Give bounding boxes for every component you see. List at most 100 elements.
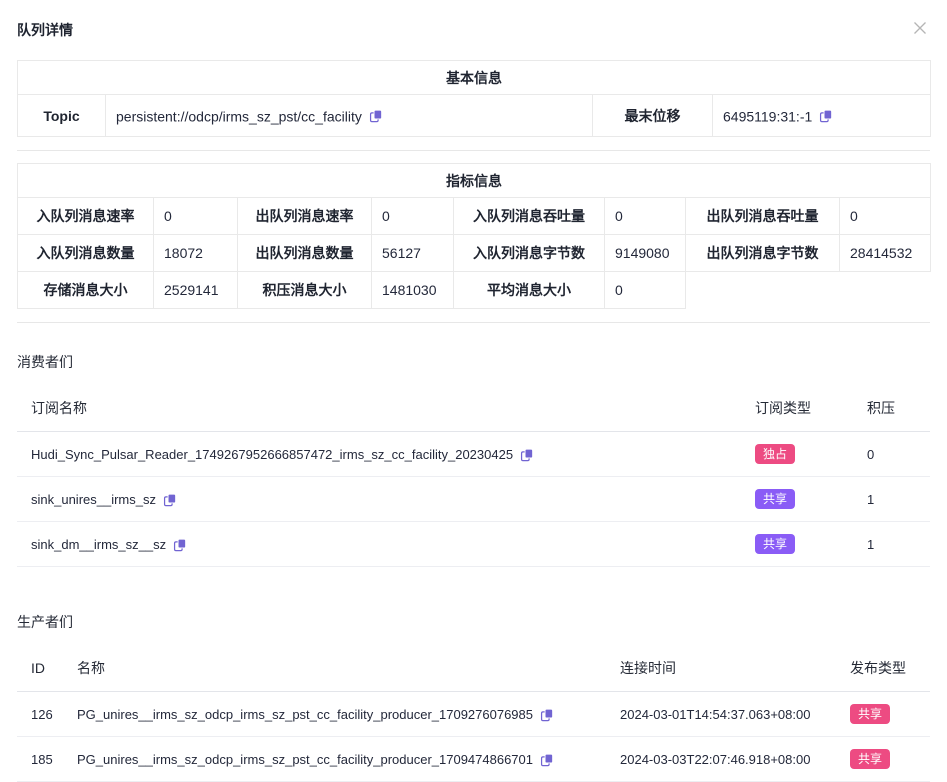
producers-title: 生产者们 (17, 612, 930, 632)
producers-section: 生产者们 ID 名称 连接时间 发布类型 126 PG_unires__irms… (17, 612, 930, 782)
page-title: 队列详情 (17, 20, 73, 40)
copy-icon (520, 448, 534, 462)
metric-label: 入队列消息数量 (18, 235, 154, 272)
table-row: Topic persistent://odcp/irms_sz_pst/cc_f… (18, 95, 931, 137)
consumers-title: 消费者们 (17, 352, 930, 372)
consumers-table: 订阅名称 订阅类型 积压 Hudi_Sync_Pulsar_Reader_174… (17, 384, 930, 567)
basic-info-caption: 基本信息 (18, 61, 931, 95)
column-header-backlog: 积压 (867, 384, 930, 432)
table-row: 入队列消息数量 18072 出队列消息数量 56127 入队列消息字节数 914… (18, 235, 931, 272)
column-header-connect-time: 连接时间 (620, 644, 850, 692)
metric-value: 1481030 (372, 272, 454, 309)
metric-value: 28414532 (840, 235, 931, 272)
metric-label: 入队列消息字节数 (454, 235, 605, 272)
copy-icon (369, 109, 383, 123)
producer-name-cell: PG_unires__irms_sz_odcp_irms_sz_pst_cc_f… (77, 692, 620, 737)
metric-label: 入队列消息吞吐量 (454, 198, 605, 235)
table-header-row: 订阅名称 订阅类型 积压 (17, 384, 930, 432)
table-row: sink_dm__irms_sz__sz 共享 1 (17, 522, 930, 567)
metric-label: 积压消息大小 (238, 272, 372, 309)
publish-type-badge: 共享 (850, 749, 890, 769)
table-row: 入队列消息速率 0 出队列消息速率 0 入队列消息吞吐量 0 出队列消息吞吐量 … (18, 198, 931, 235)
producers-table: ID 名称 连接时间 发布类型 126 PG_unires__irms_sz_o… (17, 644, 930, 782)
column-header-publish-type: 发布类型 (850, 644, 930, 692)
subscription-name: sink_unires__irms_sz (31, 492, 156, 507)
producer-id: 126 (17, 692, 77, 737)
copy-subscription-button[interactable] (173, 538, 187, 552)
column-header-id: ID (17, 644, 77, 692)
metrics-caption: 指标信息 (18, 164, 931, 198)
producer-id: 185 (17, 737, 77, 782)
column-header-subscription-type: 订阅类型 (755, 384, 867, 432)
metric-value: 0 (154, 198, 238, 235)
metric-label: 存储消息大小 (18, 272, 154, 309)
backlog-value: 1 (867, 477, 930, 522)
topic-value-cell: persistent://odcp/irms_sz_pst/cc_facilit… (106, 95, 593, 137)
metric-value: 0 (605, 272, 686, 309)
subscription-type-badge: 独占 (755, 444, 795, 464)
backlog-value: 1 (867, 522, 930, 567)
copy-producer-button[interactable] (540, 708, 554, 722)
metric-value: 56127 (372, 235, 454, 272)
metrics-table: 指标信息 入队列消息速率 0 出队列消息速率 0 入队列消息吞吐量 0 出队列消… (17, 163, 931, 309)
table-row: 185 PG_unires__irms_sz_odcp_irms_sz_pst_… (17, 737, 930, 782)
copy-topic-button[interactable] (369, 109, 383, 123)
producer-name-cell: PG_unires__irms_sz_odcp_irms_sz_pst_cc_f… (77, 737, 620, 782)
copy-icon (540, 753, 554, 767)
section-divider (17, 150, 930, 151)
metric-label: 出队列消息速率 (238, 198, 372, 235)
column-header-subscription-name: 订阅名称 (17, 384, 755, 432)
topic-label: Topic (18, 95, 106, 137)
backlog-value: 0 (867, 432, 930, 477)
metric-label: 入队列消息速率 (18, 198, 154, 235)
copy-icon (163, 493, 177, 507)
copy-offset-button[interactable] (819, 109, 833, 123)
table-row: 存储消息大小 2529141 积压消息大小 1481030 平均消息大小 0 (18, 272, 931, 309)
copy-icon (540, 708, 554, 722)
subscription-type-badge: 共享 (755, 534, 795, 554)
subscription-name-cell: Hudi_Sync_Pulsar_Reader_1749267952666857… (17, 432, 755, 477)
empty-cell (686, 272, 931, 309)
subscription-type-badge: 共享 (755, 489, 795, 509)
copy-subscription-button[interactable] (163, 493, 177, 507)
copy-icon (819, 109, 833, 123)
metric-value: 2529141 (154, 272, 238, 309)
metric-label: 出队列消息数量 (238, 235, 372, 272)
table-row: sink_unires__irms_sz 共享 1 (17, 477, 930, 522)
connect-time: 2024-03-03T22:07:46.918+08:00 (620, 737, 850, 782)
offset-label: 最末位移 (593, 95, 713, 137)
table-row: 126 PG_unires__irms_sz_odcp_irms_sz_pst_… (17, 692, 930, 737)
metric-value: 18072 (154, 235, 238, 272)
copy-icon (173, 538, 187, 552)
column-header-name: 名称 (77, 644, 620, 692)
subscription-name: sink_dm__irms_sz__sz (31, 537, 166, 552)
metric-value: 0 (372, 198, 454, 235)
producer-name: PG_unires__irms_sz_odcp_irms_sz_pst_cc_f… (77, 752, 533, 767)
topic-value: persistent://odcp/irms_sz_pst/cc_facilit… (116, 108, 362, 124)
offset-value: 6495119:31:-1 (723, 108, 812, 124)
queue-detail-modal: 队列详情 基本信息 Topic persistent://odcp/irms_s… (0, 0, 947, 782)
offset-value-cell: 6495119:31:-1 (713, 95, 931, 137)
table-header-row: ID 名称 连接时间 发布类型 (17, 644, 930, 692)
subscription-name: Hudi_Sync_Pulsar_Reader_1749267952666857… (31, 447, 513, 462)
publish-type-badge: 共享 (850, 704, 890, 724)
copy-subscription-button[interactable] (520, 448, 534, 462)
consumers-section: 消费者们 订阅名称 订阅类型 积压 Hudi_Sync_Pulsar_Reade… (17, 352, 930, 567)
metric-label: 出队列消息吞吐量 (686, 198, 840, 235)
producer-name: PG_unires__irms_sz_odcp_irms_sz_pst_cc_f… (77, 707, 533, 722)
metric-label: 平均消息大小 (454, 272, 605, 309)
subscription-name-cell: sink_unires__irms_sz (17, 477, 755, 522)
basic-info-table: 基本信息 Topic persistent://odcp/irms_sz_pst… (17, 60, 931, 137)
connect-time: 2024-03-01T14:54:37.063+08:00 (620, 692, 850, 737)
metric-value: 0 (605, 198, 686, 235)
close-icon (912, 20, 928, 36)
table-row: Hudi_Sync_Pulsar_Reader_1749267952666857… (17, 432, 930, 477)
copy-producer-button[interactable] (540, 753, 554, 767)
close-button[interactable] (910, 18, 930, 38)
metric-value: 0 (840, 198, 931, 235)
metric-value: 9149080 (605, 235, 686, 272)
metric-label: 出队列消息字节数 (686, 235, 840, 272)
modal-header: 队列详情 (17, 0, 930, 40)
section-divider (17, 322, 930, 323)
subscription-name-cell: sink_dm__irms_sz__sz (17, 522, 755, 567)
